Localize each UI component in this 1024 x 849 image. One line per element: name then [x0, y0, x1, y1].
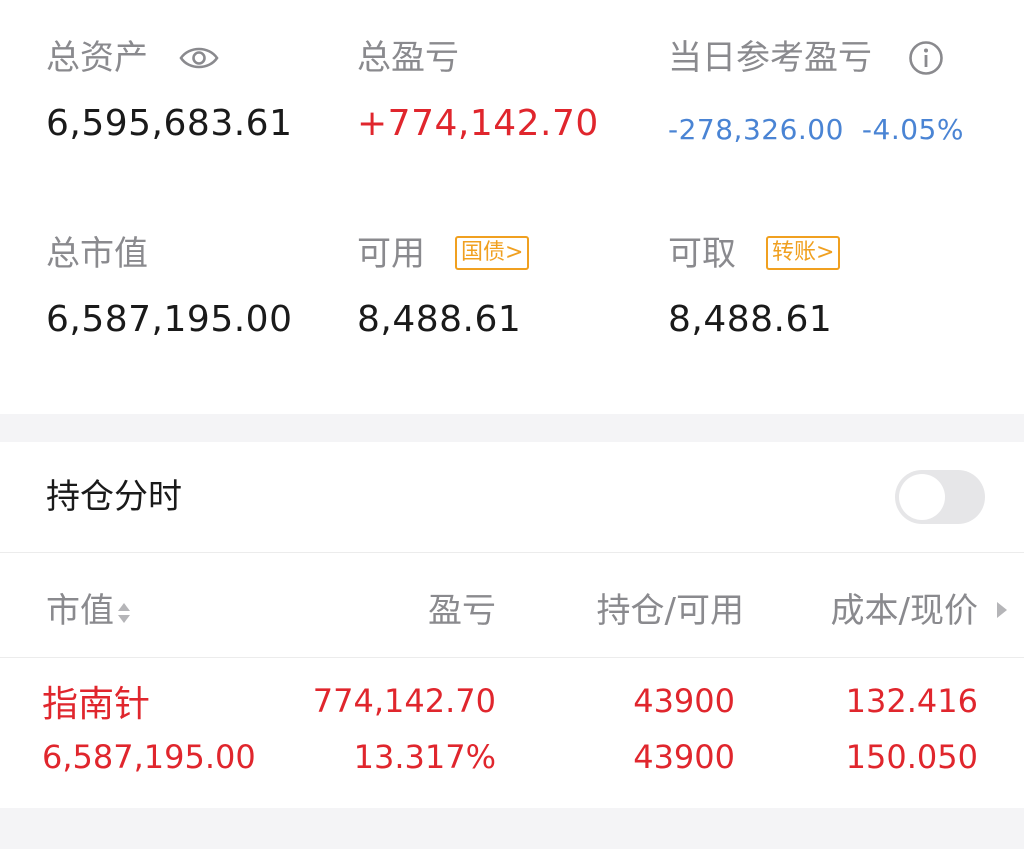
total-assets-label: 总资产	[46, 38, 148, 78]
stock-pnl: 774,142.70	[312, 682, 496, 720]
eye-icon[interactable]	[179, 44, 219, 72]
stock-pnl-percent: 13.317%	[353, 738, 496, 776]
positions-header: 市值 盈亏 持仓/可用 成本/现价	[0, 552, 1024, 658]
column-cost-price[interactable]: 成本/现价	[831, 590, 978, 632]
market-value-value: 6,587,195.00	[46, 299, 293, 340]
table-row[interactable]: 指南针 6,587,195.00 774,142.70 13.317% 4390…	[0, 657, 1024, 808]
stock-name: 指南针	[42, 684, 151, 725]
stock-available: 43900	[633, 738, 735, 776]
available-label: 可用	[357, 234, 425, 274]
daily-pnl-value: -278,326.00	[668, 113, 844, 146]
stock-price: 150.050	[845, 738, 978, 776]
positions-panel: 持仓分时 市值 盈亏 持仓/可用 成本/现价 指南针 6,587,195.00 …	[0, 442, 1024, 808]
market-value-label: 总市值	[46, 234, 148, 274]
treasury-bond-button[interactable]: 国债>	[455, 236, 530, 270]
sort-icon[interactable]	[116, 600, 132, 626]
column-pnl[interactable]: 盈亏	[428, 590, 496, 632]
info-icon[interactable]	[908, 40, 944, 76]
account-summary: 总资产 6,595,683.61 总盈亏 +774,142.70 当日参考盈亏 …	[0, 0, 1024, 414]
daily-pnl-value-group: -278,326.00 -4.05%	[668, 108, 964, 152]
intraday-toggle[interactable]	[895, 470, 985, 524]
scroll-right-icon[interactable]	[995, 600, 1009, 620]
daily-pnl-label: 当日参考盈亏	[668, 38, 872, 78]
column-market-value-label: 市值	[46, 591, 114, 631]
column-holding[interactable]: 持仓/可用	[597, 590, 744, 632]
withdrawable-value: 8,488.61	[668, 299, 833, 340]
transfer-button[interactable]: 转账>	[766, 236, 841, 270]
toggle-knob	[899, 474, 945, 520]
daily-pnl-percent: -4.05%	[861, 113, 964, 146]
stock-cost: 132.416	[845, 682, 978, 720]
total-pnl-label: 总盈亏	[357, 38, 459, 78]
intraday-toggle-label: 持仓分时	[46, 477, 182, 517]
available-value: 8,488.61	[357, 299, 522, 340]
withdrawable-label: 可取	[668, 234, 736, 274]
stock-market-value: 6,587,195.00	[42, 738, 256, 776]
stock-holding: 43900	[633, 682, 735, 720]
total-pnl-value: +774,142.70	[357, 103, 599, 144]
total-assets-value: 6,595,683.61	[46, 103, 293, 144]
column-market-value[interactable]: 市值	[46, 590, 132, 632]
intraday-toggle-row: 持仓分时	[0, 442, 1024, 553]
